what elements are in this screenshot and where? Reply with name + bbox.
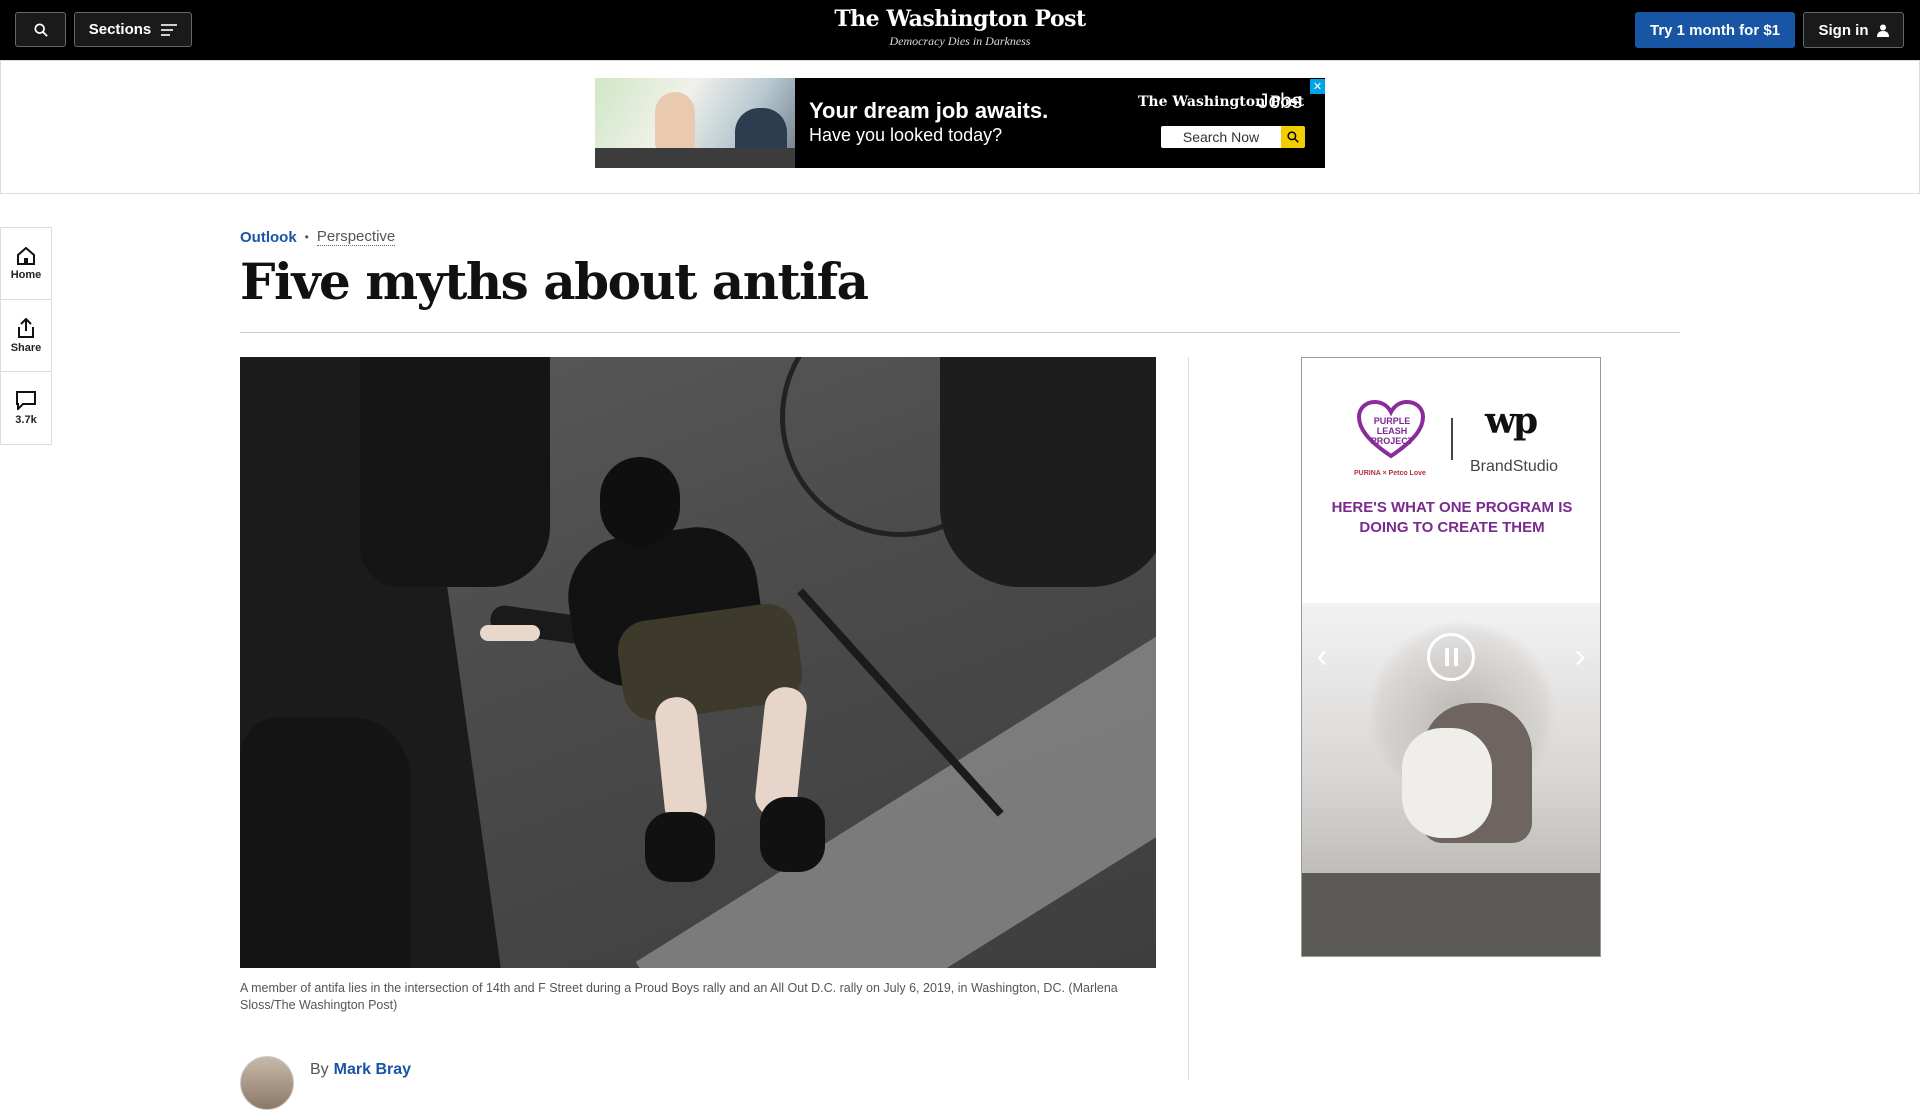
rail-share-label: Share: [10, 341, 42, 354]
carousel-pause-icon[interactable]: [1427, 633, 1475, 681]
partner-label: PURPLE LEASH PROJECT: [1370, 416, 1414, 446]
brandstudio-label: BrandStudio: [1470, 458, 1559, 475]
wp-logo: wp: [1485, 400, 1538, 442]
sign-in-label: Sign in: [1818, 21, 1869, 39]
rail-home-label: Home: [10, 268, 42, 281]
jobs-banner-ad[interactable]: Your dream job awaits. Have you looked t…: [595, 78, 1325, 168]
article-kicker: Outlook • Perspective: [240, 228, 396, 246]
search-button[interactable]: [15, 12, 66, 47]
rail-comments-count: 3.7k: [15, 413, 37, 426]
banner-search-button[interactable]: [1281, 126, 1305, 148]
subscribe-button[interactable]: Try 1 month for $1: [1635, 12, 1795, 48]
kicker-separator: •: [304, 230, 309, 244]
banner-subline: Have you looked today?: [809, 125, 1003, 145]
tagline: Democracy Dies in Darkness: [889, 34, 1031, 48]
top-nav-bar: Sections The Washington Post Democracy D…: [0, 0, 1920, 60]
share-icon: [18, 317, 34, 338]
banner-headline: Your dream job awaits.: [809, 98, 1049, 123]
masthead-logo[interactable]: The Washington Post Democracy Dies in Da…: [760, 6, 1160, 49]
search-icon: [1287, 131, 1299, 143]
rail-share-button[interactable]: Share: [1, 300, 51, 372]
rail-comments-button[interactable]: 3.7k: [1, 372, 51, 444]
carousel-prev-icon[interactable]: ‹: [1302, 636, 1342, 676]
author-link[interactable]: Mark Bray: [334, 1061, 411, 1079]
banner-jobs-label: Jobs: [1258, 90, 1303, 113]
section-link[interactable]: Outlook: [240, 229, 297, 246]
rail-home-button[interactable]: Home: [1, 228, 51, 300]
ad-close-icon[interactable]: ✕: [1310, 79, 1325, 94]
perspective-label[interactable]: Perspective: [316, 228, 396, 246]
banner-search-field[interactable]: Search Now: [1161, 126, 1281, 148]
sections-button[interactable]: Sections: [74, 12, 192, 47]
sidebar-ad-header: PURPLE LEASH PROJECT PURINA × Petco Love…: [1302, 358, 1600, 603]
photo-caption: A member of antifa lies in the intersect…: [240, 981, 1118, 1012]
left-action-rail: Home Share 3.7k: [0, 227, 52, 445]
comment-icon: [16, 390, 36, 410]
author-avatar[interactable]: [240, 1056, 294, 1110]
partner-sub: PURINA × Petco Love: [1354, 470, 1426, 477]
header-divider: [240, 332, 1680, 333]
byline: By Mark Bray: [240, 1055, 411, 1110]
lead-photo[interactable]: [240, 357, 1156, 968]
byline-prefix: By: [310, 1061, 329, 1078]
sections-label: Sections: [88, 21, 152, 38]
carousel-next-icon[interactable]: ›: [1560, 636, 1600, 676]
user-icon: [1876, 24, 1889, 37]
search-icon: [33, 22, 48, 37]
banner-photo: [595, 78, 795, 168]
home-icon: [17, 246, 35, 265]
sidebar-ad-headline: HERE'S WHAT ONE PROGRAM IS DOING TO CREA…: [1331, 499, 1573, 536]
sidebar-ad[interactable]: PURPLE LEASH PROJECT PURINA × Petco Love…: [1301, 357, 1601, 957]
menu-icon: [161, 23, 178, 36]
ad-logo-divider: [1451, 418, 1453, 460]
column-divider: [1188, 357, 1189, 1080]
article-headline: Five myths about antifa: [240, 252, 869, 311]
sign-in-button[interactable]: Sign in: [1803, 12, 1904, 48]
logo-text: The Washington Post: [834, 6, 1086, 32]
